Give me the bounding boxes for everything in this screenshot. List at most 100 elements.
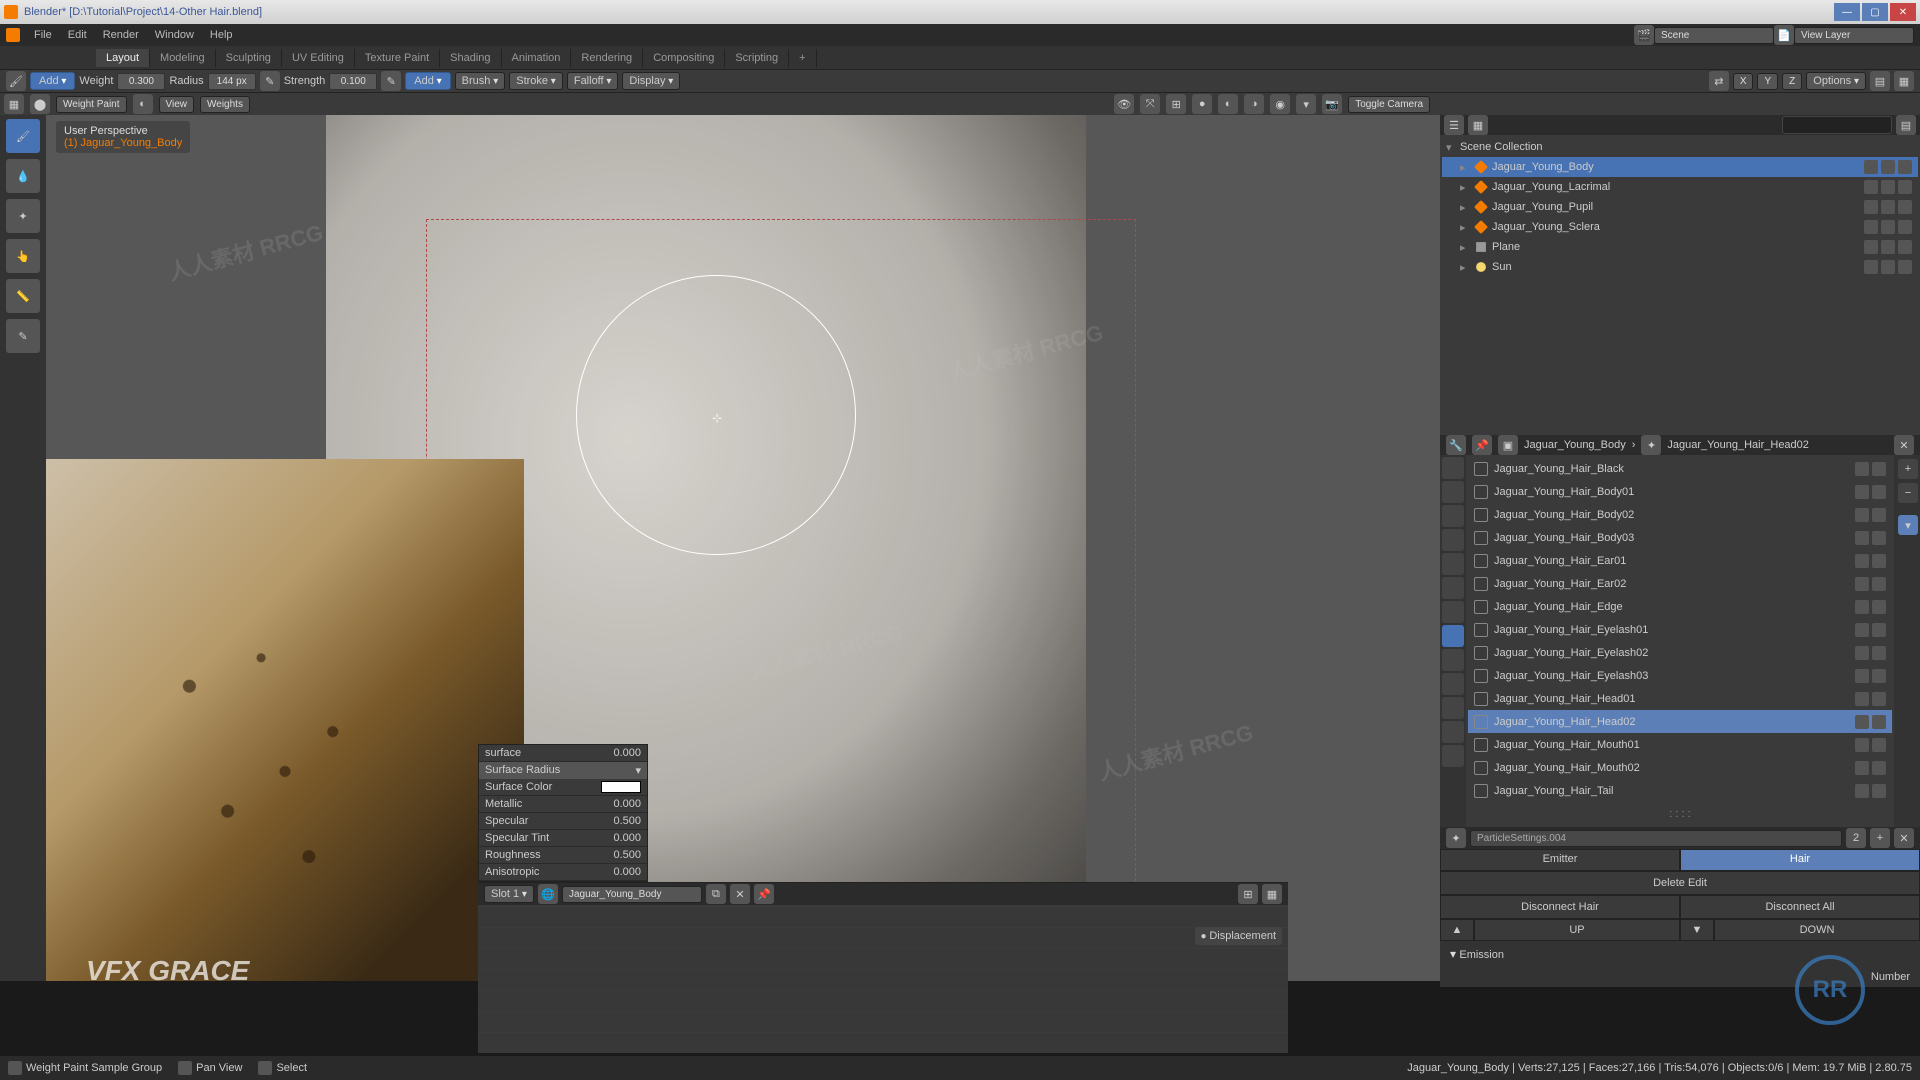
material-prop-value[interactable]: 0.500: [613, 849, 641, 861]
disconnect-hair-button[interactable]: Disconnect Hair: [1440, 895, 1680, 919]
render-toggle-icon[interactable]: [1872, 485, 1886, 499]
render-toggle-icon[interactable]: [1872, 531, 1886, 545]
outliner-item[interactable]: ▸Plane: [1442, 237, 1918, 257]
brush-preview-icon[interactable]: 🖌: [6, 71, 26, 91]
render-icon[interactable]: [1898, 180, 1912, 194]
stroke-menu[interactable]: Stroke ▾: [509, 72, 563, 90]
ptab-world[interactable]: [1442, 553, 1464, 575]
camera-icon[interactable]: 📷: [1322, 94, 1342, 114]
blend-mode-dropdown[interactable]: Add ▾: [30, 72, 75, 90]
material-property-row[interactable]: Anisotropic0.000: [479, 864, 647, 881]
particle-system-list[interactable]: Jaguar_Young_Hair_BlackJaguar_Young_Hair…: [1466, 455, 1894, 827]
ptab-particles[interactable]: [1442, 625, 1464, 647]
mirror-icon[interactable]: ⇄: [1709, 71, 1729, 91]
blend-add-dropdown[interactable]: Add ▾: [405, 72, 450, 90]
render-toggle-icon[interactable]: [1872, 600, 1886, 614]
chevron-down-icon[interactable]: ▾: [1446, 141, 1456, 154]
render-toggle-icon[interactable]: [1872, 646, 1886, 660]
render-toggle-icon[interactable]: [1872, 623, 1886, 637]
weights-menu[interactable]: Weights: [200, 96, 250, 113]
tab-texture-paint[interactable]: Texture Paint: [355, 49, 440, 67]
surface-color-swatch[interactable]: [601, 781, 641, 793]
viewport-toggle-icon[interactable]: [1855, 761, 1869, 775]
add-particle-button[interactable]: +: [1898, 459, 1918, 479]
render-toggle-icon[interactable]: [1872, 577, 1886, 591]
outliner-search[interactable]: [1782, 116, 1892, 134]
viewport-toggle-icon[interactable]: [1855, 485, 1869, 499]
displacement-node[interactable]: ● Displacement: [1195, 927, 1282, 945]
ptab-material[interactable]: [1442, 721, 1464, 743]
eye-icon[interactable]: [1864, 200, 1878, 214]
particle-system-item[interactable]: Jaguar_Young_Hair_Ear02: [1468, 572, 1892, 595]
maximize-button[interactable]: ▢: [1862, 3, 1888, 21]
particle-system-item[interactable]: Jaguar_Young_Hair_Eyelash02: [1468, 641, 1892, 664]
settings-unlink-icon[interactable]: ✕: [1894, 828, 1914, 848]
render-toggle-icon[interactable]: [1872, 738, 1886, 752]
viewport-toggle-icon[interactable]: [1855, 623, 1869, 637]
eye-icon[interactable]: [1864, 240, 1878, 254]
axis-y[interactable]: Y: [1757, 73, 1778, 90]
shading-matcap-icon[interactable]: ◐: [1218, 94, 1238, 114]
material-property-row[interactable]: Metallic0.000: [479, 796, 647, 813]
particle-system-item[interactable]: Jaguar_Young_Hair_Body01: [1468, 480, 1892, 503]
pin-icon[interactable]: 📌: [1472, 435, 1492, 455]
radius-field[interactable]: 144 px: [208, 73, 256, 90]
render-icon[interactable]: [1898, 220, 1912, 234]
chevron-right-icon[interactable]: ▸: [1460, 221, 1470, 234]
tab-modeling[interactable]: Modeling: [150, 49, 216, 67]
ptab-object[interactable]: [1442, 577, 1464, 599]
tool-smear[interactable]: 👆: [6, 239, 40, 273]
3d-viewport[interactable]: ⊹ User Perspective (1) Jaguar_Young_Body…: [46, 115, 1440, 981]
render-icon[interactable]: [1898, 200, 1912, 214]
viewport-toggle-icon[interactable]: [1855, 554, 1869, 568]
settings-users-icon[interactable]: 2: [1846, 828, 1866, 848]
surface-radius-label[interactable]: Surface Radius: [485, 764, 560, 777]
material-pin-icon[interactable]: 📌: [754, 884, 774, 904]
render-toggle-icon[interactable]: [1872, 761, 1886, 775]
viewport-toggle-icon[interactable]: [1855, 646, 1869, 660]
tab-sculpting[interactable]: Sculpting: [216, 49, 282, 67]
material-property-row[interactable]: Roughness0.500: [479, 847, 647, 864]
display-menu[interactable]: Display ▾: [622, 72, 680, 90]
outliner-display-icon[interactable]: ▦: [1468, 115, 1488, 135]
strength-field[interactable]: 0.100: [329, 73, 377, 90]
overlays-dropdown-icon[interactable]: 👁: [1114, 94, 1134, 114]
render-icon[interactable]: [1898, 240, 1912, 254]
render-toggle-icon[interactable]: [1872, 669, 1886, 683]
tool-average[interactable]: ✦: [6, 199, 40, 233]
node-overlay-icon[interactable]: ▦: [1262, 884, 1282, 904]
viewlayer-selector[interactable]: View Layer: [1794, 27, 1914, 44]
minimize-button[interactable]: —: [1834, 3, 1860, 21]
ptab-physics[interactable]: [1442, 649, 1464, 671]
viewport-toggle-icon[interactable]: [1855, 669, 1869, 683]
brush-menu[interactable]: Brush ▾: [455, 72, 506, 90]
particle-system-item[interactable]: Jaguar_Young_Hair_Ear01: [1468, 549, 1892, 572]
particle-system-item[interactable]: Jaguar_Young_Hair_Eyelash03: [1468, 664, 1892, 687]
ptab-data[interactable]: [1442, 697, 1464, 719]
tab-add[interactable]: +: [789, 49, 816, 67]
eye-icon[interactable]: [1864, 260, 1878, 274]
select-icon[interactable]: [1881, 220, 1895, 234]
render-toggle-icon[interactable]: [1872, 508, 1886, 522]
type-hair-button[interactable]: Hair: [1680, 849, 1920, 871]
settings-new-icon[interactable]: +: [1870, 828, 1890, 848]
axis-z[interactable]: Z: [1782, 73, 1802, 90]
type-emitter-button[interactable]: Emitter: [1440, 849, 1680, 871]
ptab-modifier[interactable]: [1442, 601, 1464, 623]
menu-help[interactable]: Help: [202, 26, 241, 44]
axis-x[interactable]: X: [1733, 73, 1754, 90]
render-toggle-icon[interactable]: [1872, 784, 1886, 798]
particle-data-icon[interactable]: ✦: [1446, 828, 1466, 848]
particle-system-item[interactable]: Jaguar_Young_Hair_Mouth01: [1468, 733, 1892, 756]
shading-solid-icon[interactable]: ●: [1192, 94, 1212, 114]
render-toggle-icon[interactable]: [1872, 715, 1886, 729]
particle-system-item[interactable]: Jaguar_Young_Hair_Edge: [1468, 595, 1892, 618]
properties-editor-icon[interactable]: 🔧: [1446, 435, 1466, 455]
tab-compositing[interactable]: Compositing: [643, 49, 725, 67]
down-arrow-icon[interactable]: ▼: [1680, 919, 1714, 941]
tab-animation[interactable]: Animation: [502, 49, 572, 67]
tab-shading[interactable]: Shading: [440, 49, 501, 67]
select-icon[interactable]: [1881, 240, 1895, 254]
outliner[interactable]: ▾ Scene Collection ▸Jaguar_Young_Body▸Ja…: [1440, 135, 1920, 435]
disconnect-all-button[interactable]: Disconnect All: [1680, 895, 1920, 919]
